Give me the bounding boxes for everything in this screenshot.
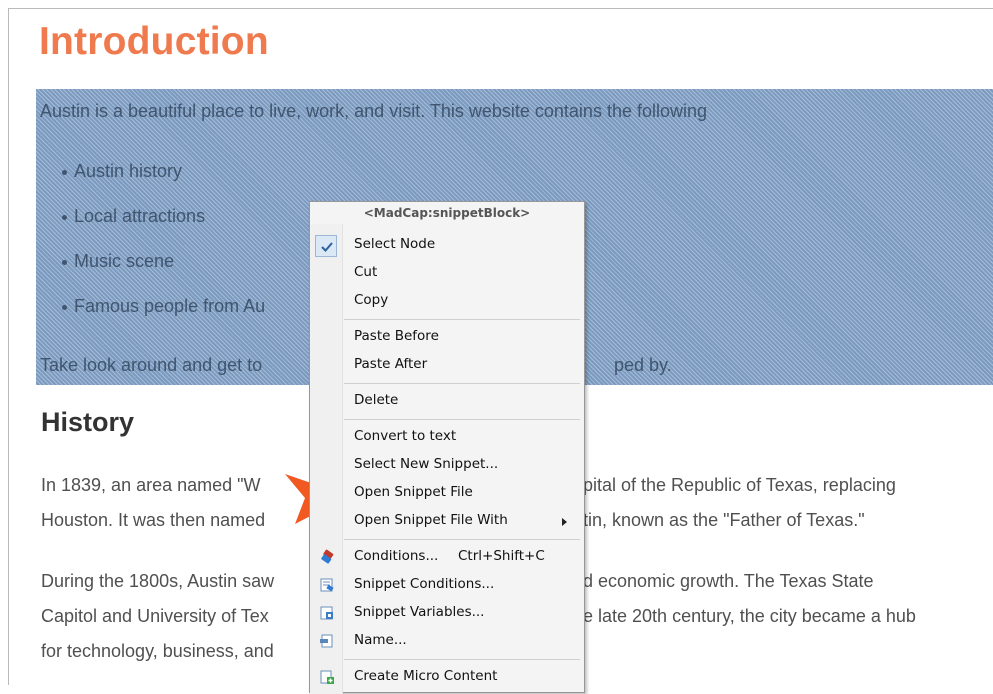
- menu-item-cut[interactable]: Cut: [354, 264, 377, 280]
- menu-item-open-snippet-file-with[interactable]: Open Snippet File With: [354, 512, 508, 528]
- paragraph-text: e late 20th century, the city became a h…: [583, 606, 916, 626]
- list-item: Music scene: [61, 251, 175, 271]
- paragraph-text: During the 1800s, Austin saw: [41, 571, 275, 591]
- create-micro-content-icon: [320, 670, 334, 684]
- menu-separator: [344, 659, 580, 660]
- menu-item-snippet-conditions[interactable]: Snippet Conditions...: [354, 576, 494, 592]
- menu-item-paste-before[interactable]: Paste Before: [354, 328, 439, 344]
- menu-separator: [344, 319, 580, 320]
- menu-item-paste-after[interactable]: Paste After: [354, 356, 427, 372]
- context-menu: <MadCap:snippetBlock> Select Node Cut Co…: [309, 201, 585, 694]
- paragraph-text: pital of the Republic of Texas, replacin…: [583, 475, 896, 495]
- menu-item-delete[interactable]: Delete: [354, 392, 398, 408]
- menu-item-create-micro-content[interactable]: Create Micro Content: [354, 668, 497, 684]
- menu-separator: [344, 539, 580, 540]
- menu-icon-gutter: [310, 224, 343, 694]
- context-menu-header: <MadCap:snippetBlock>: [363, 206, 531, 220]
- name-icon: [320, 634, 333, 648]
- page-title: Introduction: [39, 20, 269, 63]
- paragraph-text: Capitol and University of Tex: [41, 606, 269, 626]
- menu-item-convert-to-text[interactable]: Convert to text: [354, 428, 456, 444]
- menu-item-select-new-snippet[interactable]: Select New Snippet...: [354, 456, 498, 472]
- paragraph-text: Houston. It was then named: [41, 510, 266, 530]
- submenu-arrow-icon: [562, 518, 567, 526]
- menu-item-name[interactable]: Name...: [354, 632, 407, 648]
- snippet-conditions-icon: [320, 578, 334, 592]
- menu-item-open-snippet-file[interactable]: Open Snippet File: [354, 484, 473, 500]
- paragraph-text: tin, known as the "Father of Texas.": [583, 510, 865, 530]
- menu-item-snippet-variables[interactable]: Snippet Variables...: [354, 604, 484, 620]
- menu-separator: [344, 383, 580, 384]
- snippet-closing-right: ped by.: [614, 355, 672, 375]
- section-heading: History: [41, 407, 135, 437]
- snippet-variables-icon: [320, 606, 333, 620]
- menu-separator: [344, 419, 580, 420]
- conditions-shortcut: Ctrl+Shift+C: [458, 548, 545, 564]
- menu-item-copy[interactable]: Copy: [354, 292, 388, 308]
- list-item: Famous people from Au: [61, 296, 266, 316]
- snippet-closing-left: Take look around and get to: [40, 355, 263, 375]
- check-icon: [315, 235, 337, 257]
- list-item: Local attractions: [61, 206, 206, 226]
- snippet-intro: Austin is a beautiful place to live, wor…: [40, 101, 708, 121]
- paragraph-text: for technology, business, and: [41, 641, 274, 661]
- conditions-tag-icon: [321, 549, 334, 564]
- menu-item-conditions[interactable]: Conditions...: [354, 548, 438, 564]
- list-item: Austin history: [61, 161, 183, 181]
- paragraph-text: In 1839, an area named "W: [41, 475, 261, 495]
- paragraph-text: d economic growth. The Texas State: [583, 571, 874, 591]
- menu-item-select-node[interactable]: Select Node: [354, 236, 435, 252]
